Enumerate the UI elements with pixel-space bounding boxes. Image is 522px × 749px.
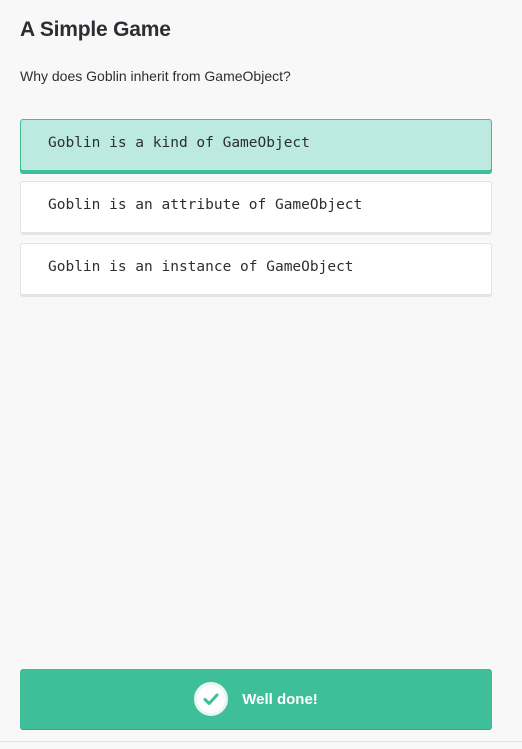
answer-option-label: Goblin is an instance of GameObject xyxy=(48,259,354,275)
feedback-banner: Well done! xyxy=(20,669,492,729)
feedback-message: Well done! xyxy=(242,690,318,708)
answer-option-1[interactable]: Goblin is a kind of GameObject xyxy=(20,119,492,171)
divider xyxy=(0,741,522,742)
answer-option-label: Goblin is an attribute of GameObject xyxy=(48,197,363,213)
answer-options: Goblin is a kind of GameObject Goblin is… xyxy=(20,119,492,305)
check-icon xyxy=(194,682,229,716)
page-title: A Simple Game xyxy=(20,18,171,41)
answer-option-label: Goblin is a kind of GameObject xyxy=(48,135,310,151)
quiz-page: A Simple Game Why does Goblin inherit fr… xyxy=(0,0,522,749)
answer-option-2[interactable]: Goblin is an attribute of GameObject xyxy=(20,181,492,233)
answer-option-3[interactable]: Goblin is an instance of GameObject xyxy=(20,243,492,295)
question-text: Why does Goblin inherit from GameObject? xyxy=(20,68,291,84)
